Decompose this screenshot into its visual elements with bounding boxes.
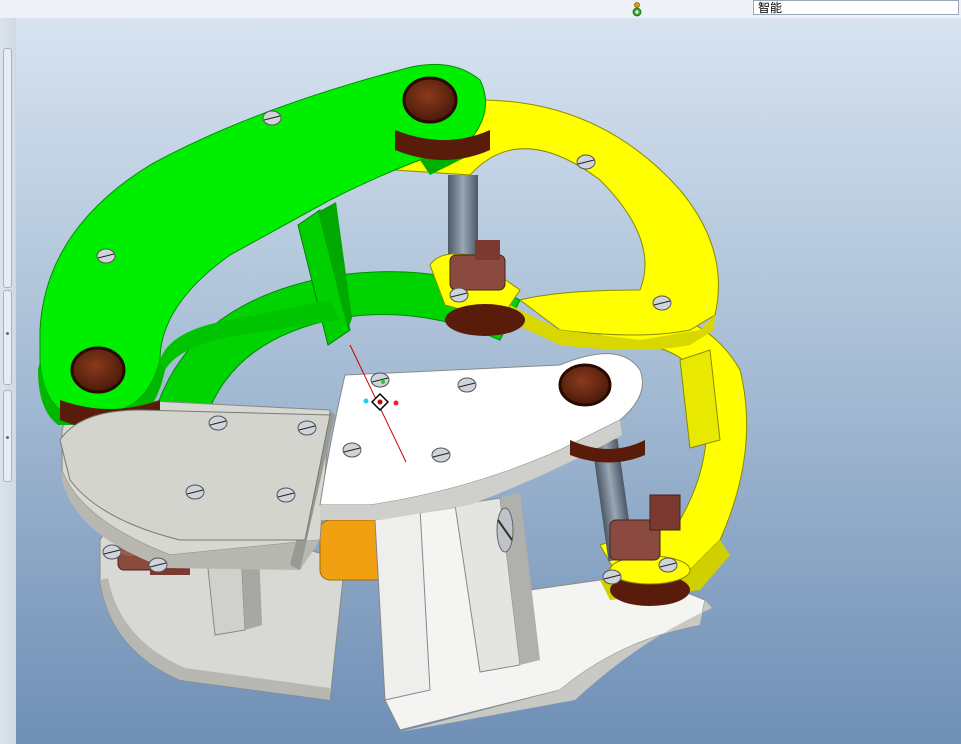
rail-splitter-handle[interactable] <box>3 48 12 288</box>
screw-hole-icon <box>208 415 228 431</box>
screw-hole-icon <box>342 442 362 458</box>
screw-hole-icon <box>185 484 205 500</box>
screw-hole-icon <box>262 110 282 126</box>
screw-hole-icon <box>297 420 317 436</box>
screw-hole-icon <box>652 295 672 311</box>
screw-hole-icon <box>102 544 122 560</box>
screw-hole-icon <box>96 248 116 264</box>
splitter-grip-icon <box>6 332 9 335</box>
screw-hole-icon <box>576 154 596 170</box>
filter-selector[interactable]: 智能 <box>753 0 959 15</box>
top-toolbar: 智能 <box>0 0 961 19</box>
rail-splitter-handle[interactable] <box>3 290 12 385</box>
screw-hole-icon <box>457 377 477 393</box>
screw-hole-icon <box>148 557 168 573</box>
splitter-grip-icon <box>6 436 9 439</box>
collapsed-sidebar-rail[interactable] <box>0 18 17 744</box>
mapkey-figure-icon[interactable] <box>629 1 645 17</box>
screw-hole-icon <box>431 447 451 463</box>
screw-hole-icon <box>276 487 296 503</box>
screw-hole-icon <box>449 287 469 303</box>
screw-hole-icon <box>370 372 390 388</box>
screw-hole-icon <box>658 557 678 573</box>
screw-hole-icon <box>602 569 622 585</box>
front-white-arm <box>319 353 645 520</box>
assembly-model[interactable] <box>16 18 961 744</box>
model-viewport[interactable] <box>16 18 961 744</box>
